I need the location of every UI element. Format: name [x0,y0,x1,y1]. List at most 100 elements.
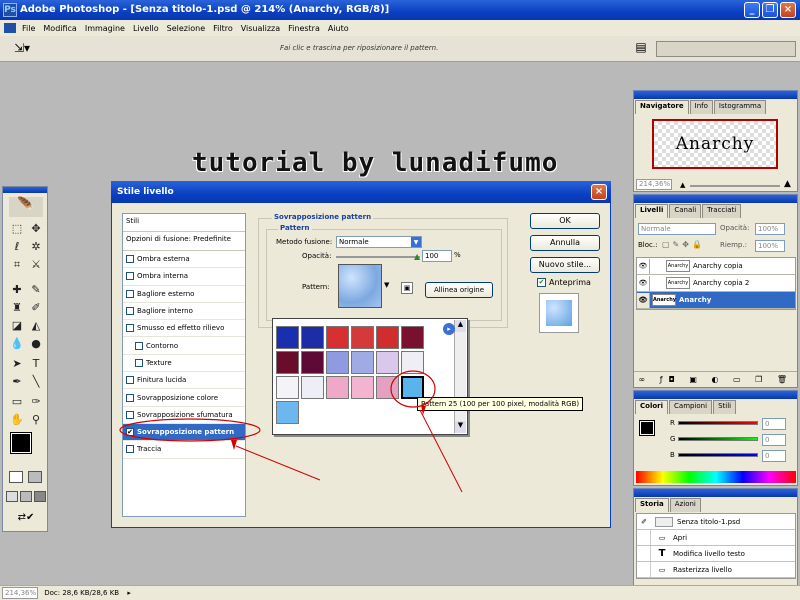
pattern-swatch-19[interactable] [276,401,299,424]
checkbox[interactable] [135,341,143,350]
pattern-swatch-1[interactable] [276,326,299,349]
new-preset-icon[interactable]: ▣ [401,282,413,294]
checkbox[interactable] [126,272,134,281]
type-tool-icon[interactable]: T [27,356,45,372]
eye-icon[interactable]: 👁 [637,292,650,308]
cancel-button[interactable]: Annulla [530,235,600,251]
screen-mode-menu-icon[interactable] [20,491,32,502]
color-fg-swatch[interactable] [639,420,655,436]
blend-mode-select[interactable]: Normale ▼ [336,236,422,248]
brush-source-icon[interactable]: ✐ [637,518,651,526]
pattern-swatch-9[interactable] [326,351,349,374]
history-snapshot[interactable]: ✐ Senza titolo-1.psd [637,514,795,530]
effect-item[interactable]: Ombra esterna [123,251,245,269]
history-item[interactable]: ▭ Rasterizza livello [637,562,795,578]
picker-scrollbar[interactable]: ▲ ▼ [454,320,466,433]
zoom-in-icon[interactable]: ▲ [784,179,791,189]
blend-options-item[interactable]: Opzioni di fusione: Predefinite [123,232,245,251]
effect-item[interactable]: Smusso ed effetto rilievo [123,320,245,338]
screen-mode-standard-icon[interactable] [6,491,18,502]
navigator-preview[interactable]: Anarchy [652,119,778,169]
marquee-tool-icon[interactable]: ⬚ [8,221,26,237]
pattern-swatch-6[interactable] [401,326,424,349]
zoom-slider[interactable] [690,185,780,187]
clone-stamp-icon[interactable]: ♜ [8,300,26,316]
tab-istogramma[interactable]: Istogramma [713,100,767,114]
tab-navigatore[interactable]: Navigatore [635,100,689,114]
status-menu-icon[interactable]: ▸ [127,589,131,597]
magic-wand-icon[interactable]: ✲ [27,239,45,255]
preview-checkbox[interactable]: ✔ [537,278,546,287]
scroll-down-icon[interactable]: ▼ [455,421,466,433]
lock-icons[interactable]: ▢✎✥🔒 [662,240,705,249]
pattern-swatch-3[interactable] [326,326,349,349]
fill-field[interactable]: 100% [755,240,785,252]
pattern-swatch[interactable] [338,264,382,308]
effect-item[interactable]: Ombra interna [123,268,245,286]
checkbox-checked[interactable]: ✔ [126,428,134,437]
minimize-button[interactable]: _ [744,2,760,18]
tab-canali[interactable]: Canali [669,204,702,218]
pattern-swatch-7[interactable] [276,351,299,374]
tab-azioni[interactable]: Azioni [669,498,701,512]
channel-b-value[interactable]: 0 [762,450,786,462]
pattern-swatch-5[interactable] [376,326,399,349]
menu-visualizza[interactable]: Visualizza [237,24,284,33]
tab-stili[interactable]: Stili [713,400,737,414]
dodge-tool-icon[interactable]: ● [27,336,45,352]
effect-item[interactable]: Bagliore esterno [123,286,245,303]
effect-item[interactable]: Texture [123,355,245,373]
screen-mode-full-icon[interactable] [34,491,46,502]
healing-brush-icon[interactable]: ✚ [8,282,26,298]
ok-button[interactable]: OK [530,213,600,229]
tab-tracciati[interactable]: Tracciati [702,204,742,218]
menu-modifica[interactable]: Modifica [39,24,80,33]
checkbox[interactable] [126,410,134,419]
effect-item[interactable]: Bagliore interno [123,303,245,321]
opacity-input[interactable]: 100 [422,250,452,262]
checkbox[interactable] [126,255,134,264]
tab-colori[interactable]: Colori [635,400,669,414]
history-item[interactable]: ▭ Apri [637,530,795,546]
zoom-tool-icon[interactable]: ⚲ [27,412,45,428]
pattern-swatch-16[interactable] [351,376,374,399]
palette-well[interactable] [656,41,796,57]
effect-item[interactable]: Sovrapposizione sfumatura [123,407,245,424]
quick-mask-icon[interactable] [28,471,42,483]
menu-selezione[interactable]: Selezione [163,24,209,33]
menu-finestra[interactable]: Finestra [284,24,324,33]
channel-g-value[interactable]: 0 [762,434,786,446]
checkbox[interactable] [135,358,143,367]
pattern-swatch-15[interactable] [326,376,349,399]
hand-tool-icon[interactable]: ✋ [8,412,26,428]
effect-item[interactable]: Traccia [123,441,245,459]
line-tool-icon[interactable]: ╲ [27,374,45,390]
tab-campioni[interactable]: Campioni [669,400,713,414]
menu-livello[interactable]: Livello [129,24,163,33]
effect-item[interactable]: Contorno [123,337,245,355]
tab-livelli[interactable]: Livelli [635,204,669,218]
layer-blend-select[interactable]: Normale [638,223,716,235]
pattern-swatch-11[interactable] [376,351,399,374]
close-app-button[interactable]: × [780,2,796,18]
brush-tool-icon[interactable]: ✎ [27,282,45,298]
color-spectrum-ramp[interactable] [636,471,796,483]
menu-immagine[interactable]: Immagine [81,24,129,33]
pattern-swatch-8[interactable] [301,351,324,374]
pattern-swatch-4[interactable] [351,326,374,349]
checkbox[interactable] [126,307,134,316]
effect-item[interactable]: Sovrapposizione colore [123,389,245,407]
foreground-color-swatch[interactable] [10,432,32,454]
paint-bucket-icon[interactable]: ◭ [27,318,45,334]
channel-b-slider[interactable] [678,453,758,457]
move-tool-preset-icon[interactable]: ⇲▾ [14,41,30,55]
checkbox[interactable] [126,289,134,298]
channel-r-value[interactable]: 0 [762,418,786,430]
blur-tool-icon[interactable]: 💧 [8,336,26,352]
pattern-swatch-12[interactable] [401,351,424,374]
menu-filtro[interactable]: Filtro [209,24,237,33]
align-origin-button[interactable]: Allinea origine [425,282,493,298]
zoom-out-icon[interactable]: ▲ [680,181,685,189]
maximize-button[interactable]: ❐ [762,2,778,18]
tab-info[interactable]: Info [689,100,713,114]
